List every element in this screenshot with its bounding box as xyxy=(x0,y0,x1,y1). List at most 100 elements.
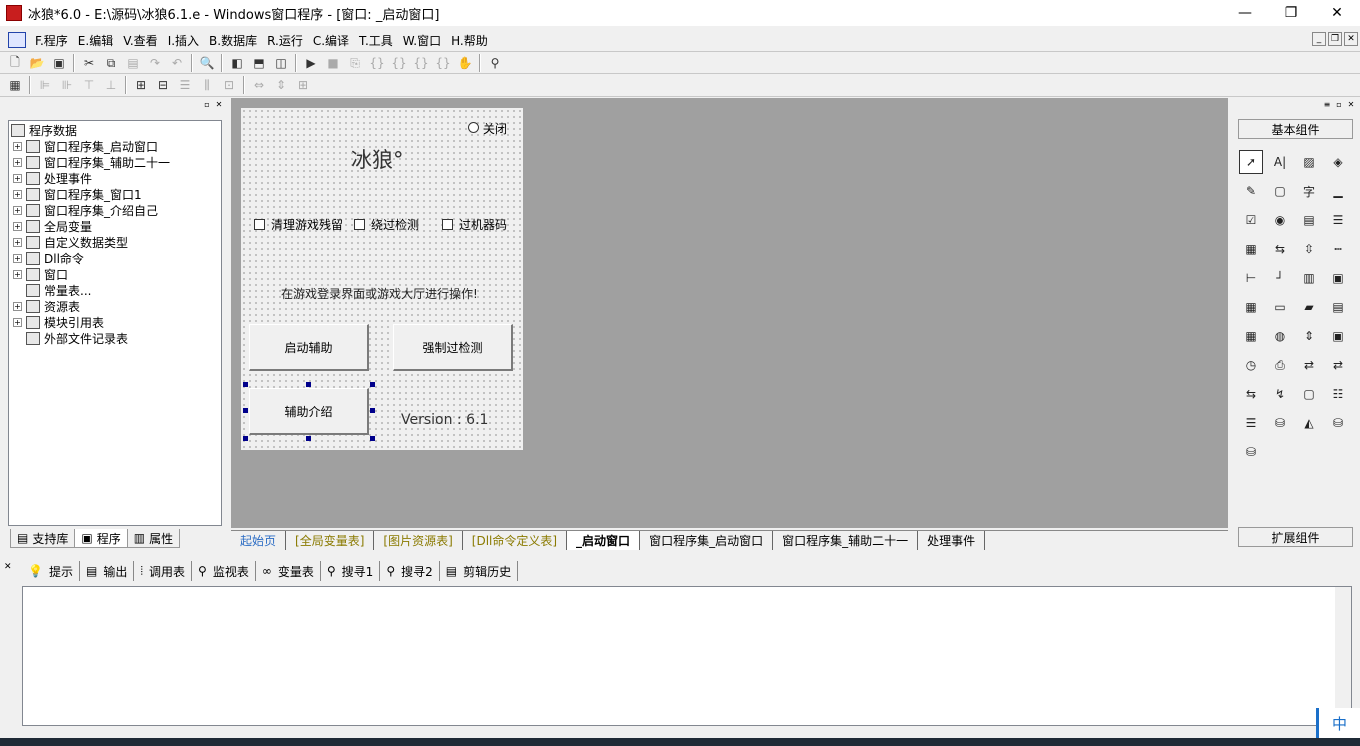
new-file-icon[interactable]: 🗋 xyxy=(4,53,26,73)
selection-handle[interactable] xyxy=(243,436,248,441)
panel-close-icon[interactable]: ✕ xyxy=(1346,100,1356,110)
tab-control-icon[interactable]: ▣ xyxy=(1326,266,1350,290)
undo-icon[interactable]: ↶ xyxy=(166,53,188,73)
mdi-close-button[interactable]: ✕ xyxy=(1344,32,1358,46)
panel-close-icon[interactable]: ✕ xyxy=(214,100,224,110)
design-canvas[interactable]: 关闭 冰狼° 清理游戏残留 绕过检测 过机器码 在游戏登录界面或游戏大厅进行操作… xyxy=(231,98,1228,528)
find-icon[interactable]: 🔍 xyxy=(196,53,218,73)
tab-support-lib[interactable]: ▤ 支持库 xyxy=(10,529,76,548)
layout-split-icon[interactable]: ◫ xyxy=(270,53,292,73)
tab-variables[interactable]: ∞ 变量表 xyxy=(256,561,321,581)
progress-icon[interactable]: ▥ xyxy=(1297,266,1321,290)
db-table-icon[interactable]: ☰ xyxy=(1239,411,1263,435)
extended-components-header[interactable]: 扩展组件 xyxy=(1238,527,1353,547)
basic-components-header[interactable]: 基本组件 xyxy=(1238,119,1353,139)
frame-icon[interactable]: ┘ xyxy=(1268,266,1292,290)
tree-root[interactable]: 程序数据 xyxy=(11,122,77,138)
tree-item[interactable]: 常量表... xyxy=(26,282,91,298)
assist-intro-button[interactable]: 辅助介绍 xyxy=(249,388,369,435)
run-to-cursor-icon[interactable]: {} xyxy=(432,53,454,73)
tree-icon[interactable]: ☷ xyxy=(1326,382,1350,406)
grid-icon[interactable]: ⊞ xyxy=(292,75,314,95)
listbox-icon[interactable]: ☰ xyxy=(1326,208,1350,232)
menu-tools[interactable]: T.工具 xyxy=(354,32,398,49)
step-icon[interactable]: ⎘ xyxy=(344,53,366,73)
tree-item[interactable]: + Dll命令 xyxy=(13,250,84,266)
client-icon[interactable]: ⇄ xyxy=(1297,353,1321,377)
minimize-button[interactable]: — xyxy=(1222,0,1268,26)
same-size-icon[interactable]: ⊡ xyxy=(218,75,240,95)
mdi-minimize-button[interactable]: _ xyxy=(1312,32,1326,46)
menu-run[interactable]: R.运行 xyxy=(262,32,308,49)
layout-left-icon[interactable]: ◧ xyxy=(226,53,248,73)
folder-icon[interactable]: ▰ xyxy=(1297,295,1321,319)
tree-item[interactable]: + 全局变量 xyxy=(13,218,92,234)
binoculars-icon[interactable]: ⚲ xyxy=(484,53,506,73)
force-bypass-button[interactable]: 强制过检测 xyxy=(393,324,513,371)
menu-window[interactable]: W.窗口 xyxy=(398,32,446,49)
tree-item[interactable]: + 窗口程序集_启动窗口 xyxy=(13,138,158,154)
ime-indicator[interactable]: 中 xyxy=(1316,708,1360,738)
text-icon[interactable]: 字 xyxy=(1297,179,1321,203)
panel-restore-icon[interactable]: ▫ xyxy=(1334,100,1344,110)
align-left-icon[interactable]: ⊫ xyxy=(34,75,56,95)
align-right-icon[interactable]: ⊪ xyxy=(56,75,78,95)
checklist-icon[interactable]: ▦ xyxy=(1239,237,1263,261)
panel-menu-icon[interactable]: ≡ xyxy=(1322,100,1332,110)
tab-search2[interactable]: ⚲ 搜寻2 xyxy=(380,561,440,581)
same-height-icon[interactable]: ⇕ xyxy=(270,75,292,95)
tab-dll-commands[interactable]: [Dll命令定义表] xyxy=(463,531,568,550)
same-width-icon[interactable]: ⇔ xyxy=(248,75,270,95)
db-link-icon[interactable]: ⛁ xyxy=(1268,411,1292,435)
tree-item[interactable]: + 模块引用表 xyxy=(13,314,104,330)
menu-program[interactable]: F.程序 xyxy=(30,32,73,49)
maximize-button[interactable]: ❐ xyxy=(1268,0,1314,26)
mdi-restore-button[interactable]: ❐ xyxy=(1328,32,1342,46)
panel-restore-icon[interactable]: ▫ xyxy=(202,100,212,110)
tree-item[interactable]: + 处理事件 xyxy=(13,170,92,186)
label-icon[interactable]: A| xyxy=(1268,150,1292,174)
menu-database[interactable]: B.数据库 xyxy=(204,32,262,49)
odbc-icon[interactable]: ⛁ xyxy=(1326,411,1350,435)
vscroll-icon[interactable]: ⇳ xyxy=(1297,237,1321,261)
menu-help[interactable]: H.帮助 xyxy=(446,32,493,49)
spin-icon[interactable]: ⇕ xyxy=(1297,324,1321,348)
menu-insert[interactable]: I.插入 xyxy=(163,32,204,49)
selection-handle[interactable] xyxy=(370,382,375,387)
tab-module-assist21[interactable]: 窗口程序集_辅助二十一 xyxy=(773,531,919,550)
selection-handle[interactable] xyxy=(306,436,311,441)
tree-item[interactable]: + 窗口程序集_窗口1 xyxy=(13,186,142,202)
tab-start-page[interactable]: 起始页 xyxy=(231,531,287,550)
hand-icon[interactable]: ✋ xyxy=(454,53,476,73)
panel-icon[interactable]: ▢ xyxy=(1297,382,1321,406)
tab-search1[interactable]: ⚲ 搜寻1 xyxy=(321,561,381,581)
bottom-panel-close-icon[interactable]: ✕ xyxy=(4,562,16,574)
checkbox-icon[interactable]: ☑ xyxy=(1239,208,1263,232)
clean-residue-checkbox[interactable] xyxy=(254,219,265,230)
chart-icon[interactable]: ◭ xyxy=(1297,411,1321,435)
editbox-icon[interactable]: ✎ xyxy=(1239,179,1263,203)
copy-icon[interactable]: ⧉ xyxy=(100,53,122,73)
ruler-icon[interactable]: ┉ xyxy=(1326,237,1350,261)
tree-item[interactable]: + 窗口程序集_辅助二十一 xyxy=(13,154,170,170)
start-assist-button[interactable]: 启动辅助 xyxy=(249,324,369,371)
tab-image-resources[interactable]: [图片资源表] xyxy=(374,531,463,550)
stop-icon[interactable]: ■ xyxy=(322,53,344,73)
grid-icon[interactable]: ▦ xyxy=(1239,295,1263,319)
tab-watch[interactable]: ⚲ 监视表 xyxy=(192,561,256,581)
cut-icon[interactable]: ✂ xyxy=(78,53,100,73)
tree-item[interactable]: + 窗口 xyxy=(13,266,68,282)
center-h-icon[interactable]: ⊞ xyxy=(130,75,152,95)
odbc-db-icon[interactable]: ⛁ xyxy=(1239,440,1263,464)
selection-handle[interactable] xyxy=(243,382,248,387)
network-icon[interactable]: ⇆ xyxy=(1239,382,1263,406)
tab-call-stack[interactable]: ⦙ 调用表 xyxy=(134,561,193,581)
align-top-icon[interactable]: ⊤ xyxy=(78,75,100,95)
tab-properties[interactable]: ▥ 属性 xyxy=(126,529,181,548)
close-radio[interactable] xyxy=(468,122,479,133)
picture-box-icon[interactable]: ▢ xyxy=(1268,179,1292,203)
hscroll-icon[interactable]: ⇆ xyxy=(1268,237,1292,261)
design-form[interactable]: 关闭 冰狼° 清理游戏残留 绕过检测 过机器码 在游戏登录界面或游戏大厅进行操作… xyxy=(241,108,523,450)
server-icon[interactable]: ⇄ xyxy=(1326,353,1350,377)
pointer-icon[interactable]: ➚ xyxy=(1239,150,1263,174)
